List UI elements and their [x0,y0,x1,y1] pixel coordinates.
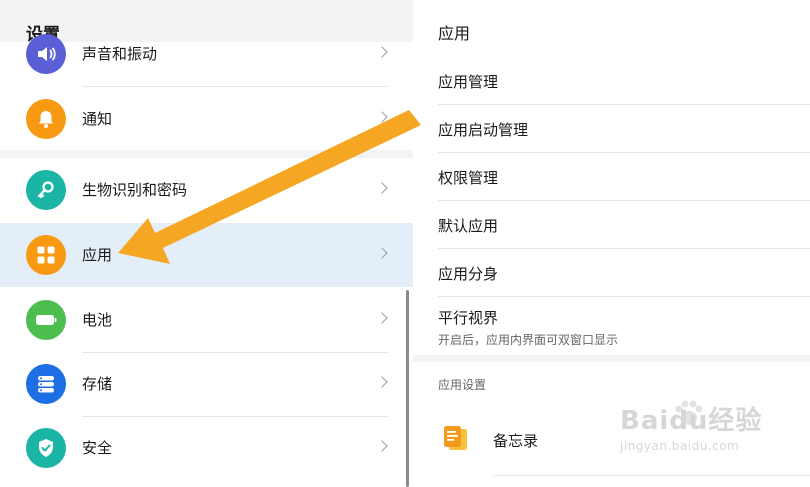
arrow-shape [118,110,421,264]
watermark-url: jingyan.baidu.com [620,439,740,453]
watermark: Baidu经验 jingyan.baidu.com [620,400,762,453]
watermark-logo: Baidu经验 [620,406,763,436]
